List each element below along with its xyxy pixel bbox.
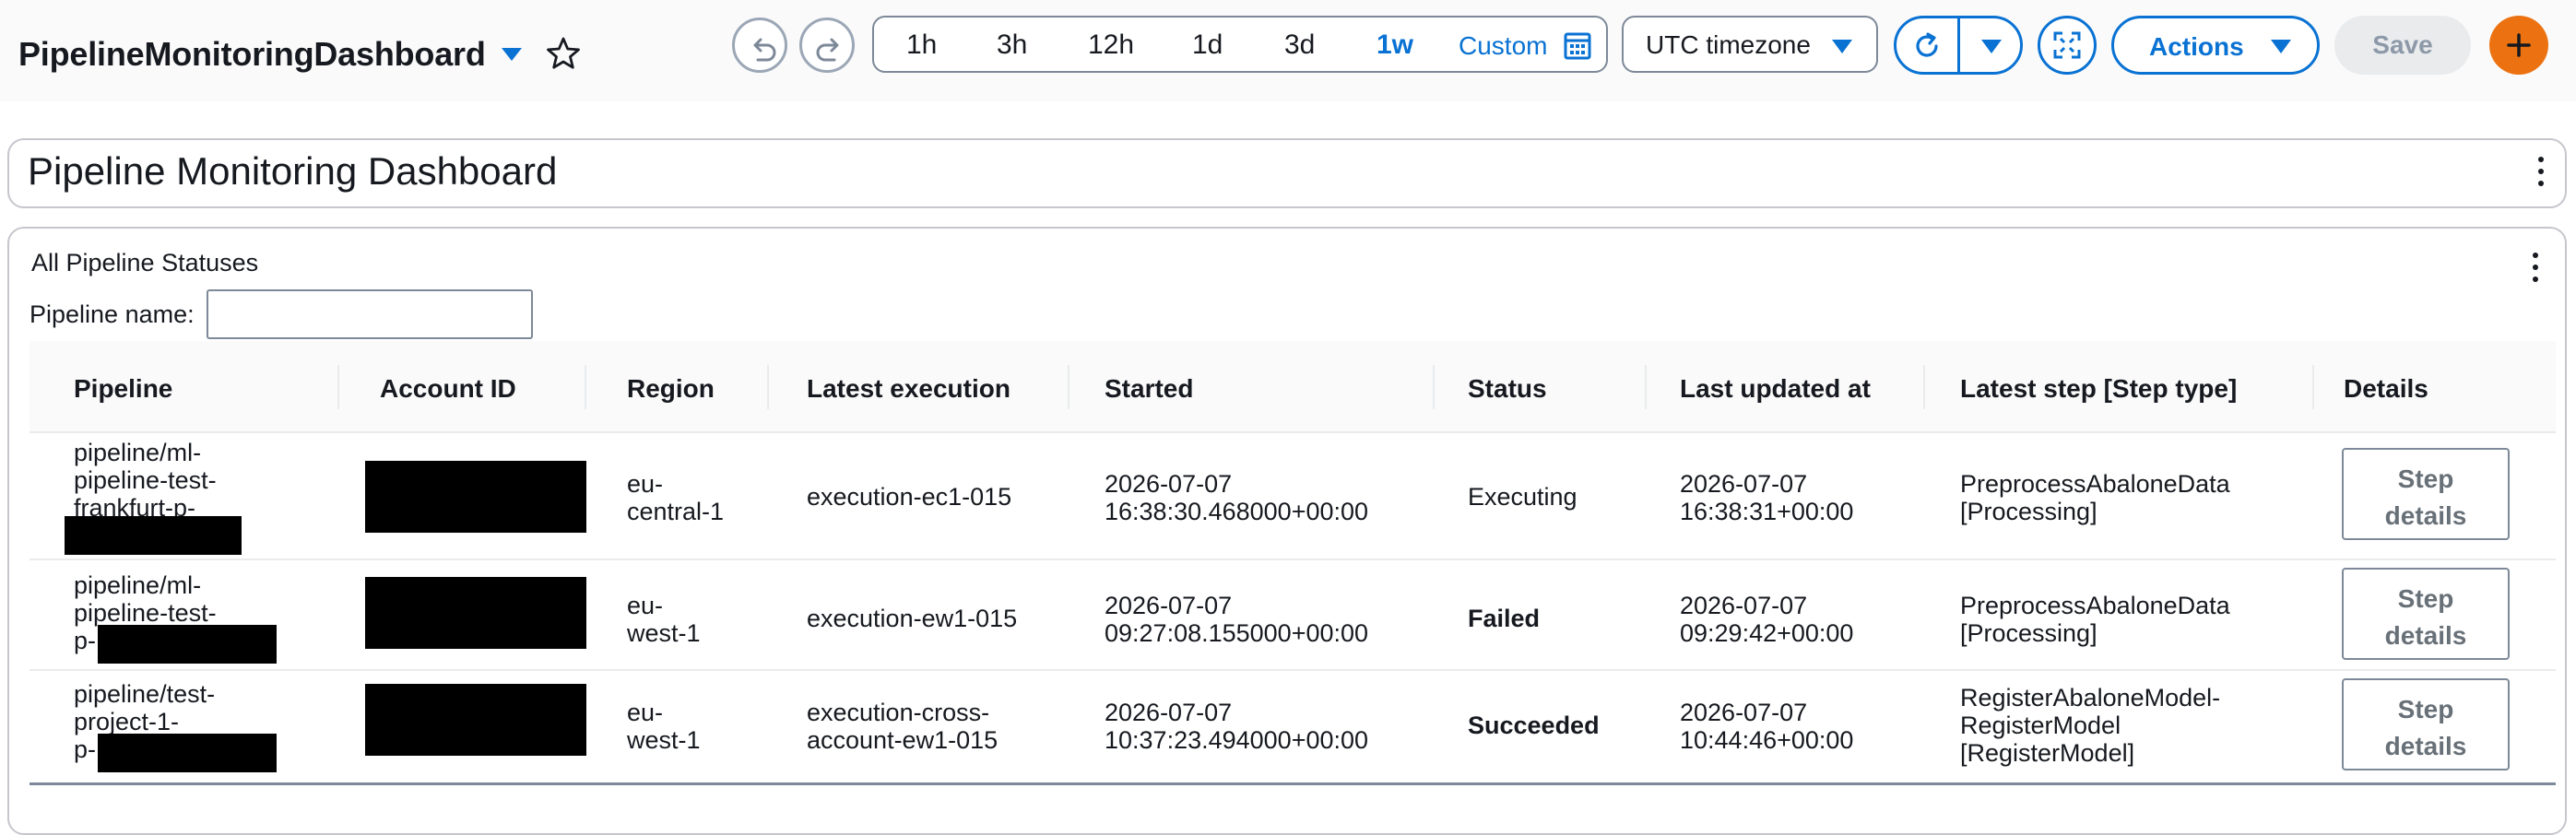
pipeline-name-filter-input[interactable]	[207, 289, 533, 339]
top-toolbar: PipelineMonitoringDashboard 1h 3h 12h 1d…	[0, 0, 2576, 101]
redacted-block	[98, 625, 277, 664]
column-header-latest-execution: Latest execution	[807, 374, 1010, 403]
pipeline-filter-label: Pipeline name:	[30, 300, 195, 328]
step-details-button[interactable]: Step details	[2342, 678, 2510, 770]
redacted-account-id	[365, 577, 586, 649]
table-row: pipeline/test- project-1- p- eu- west-1 …	[30, 671, 2556, 785]
latest-step-cell: PreprocessAbaloneData [Processing]	[1960, 592, 2230, 647]
latest-step-cell: PreprocessAbaloneData [Processing]	[1960, 470, 2230, 525]
column-header-pipeline: Pipeline	[74, 374, 173, 403]
actions-button[interactable]: Actions	[2111, 16, 2320, 75]
last-updated-cell: 2026-07-07 09:29:42+00:00	[1680, 592, 1854, 647]
time-range-selector: 1h 3h 12h 1d 3d 1w Custom	[872, 16, 1608, 73]
column-header-status: Status	[1468, 374, 1547, 403]
dashboard-name[interactable]: PipelineMonitoringDashboard	[18, 35, 486, 74]
time-option-1h[interactable]: 1h	[906, 29, 937, 61]
table-header: Pipeline Account ID Region Latest execut…	[30, 341, 2556, 433]
time-option-3d[interactable]: 3d	[1284, 29, 1315, 61]
latest-execution-cell: execution-ew1-015	[807, 605, 1018, 632]
plus-icon	[2507, 33, 2531, 57]
column-header-latest-step: Latest step [Step type]	[1960, 374, 2238, 403]
redacted-account-id	[365, 684, 586, 756]
column-separator[interactable]	[767, 365, 769, 409]
pipeline-name-cell: pipeline/ml- pipeline-test- frankfurt-p-	[74, 439, 217, 522]
dashboard-menu-caret-icon[interactable]	[502, 48, 522, 61]
refresh-interval-caret-icon[interactable]	[1981, 40, 2002, 53]
redacted-block	[98, 734, 277, 772]
column-separator[interactable]	[1068, 365, 1069, 409]
column-separator[interactable]	[585, 365, 586, 409]
column-separator[interactable]	[1645, 365, 1647, 409]
column-header-last-updated: Last updated at	[1680, 374, 1871, 403]
column-header-details: Details	[2344, 374, 2428, 403]
table-widget-title: All Pipeline Statuses	[31, 249, 259, 276]
redo-button[interactable]	[799, 18, 855, 73]
status-cell: Succeeded	[1468, 712, 1600, 739]
refresh-split-button	[1894, 16, 2023, 75]
timezone-label: UTC timezone	[1646, 30, 1811, 59]
column-separator[interactable]	[1923, 365, 1925, 409]
column-separator[interactable]	[2312, 365, 2314, 409]
column-separator[interactable]	[337, 365, 339, 409]
step-details-button[interactable]: Step details	[2342, 568, 2510, 660]
time-option-1w[interactable]: 1w	[1377, 29, 1413, 61]
latest-execution-cell: execution-ec1-015	[807, 483, 1012, 511]
actions-label: Actions	[2149, 32, 2244, 61]
custom-range-link[interactable]: Custom	[1459, 31, 1547, 61]
column-header-account-id: Account ID	[380, 374, 516, 403]
calendar-icon[interactable]	[1564, 30, 1591, 60]
started-cell: 2026-07-07 10:37:23.494000+00:00	[1105, 699, 1369, 754]
last-updated-cell: 2026-07-07 16:38:31+00:00	[1680, 470, 1854, 525]
table-row: pipeline/ml- pipeline-test- p- eu- west-…	[30, 560, 2556, 671]
fullscreen-icon	[2053, 31, 2081, 59]
latest-execution-cell: execution-cross- account-ew1-015	[807, 699, 998, 754]
star-icon[interactable]	[545, 35, 582, 72]
refresh-icon[interactable]	[1910, 29, 1944, 63]
undo-button[interactable]	[732, 18, 787, 73]
status-cell: Failed	[1468, 605, 1541, 632]
timezone-select[interactable]: UTC timezone	[1622, 16, 1878, 73]
column-header-started: Started	[1105, 374, 1194, 403]
region-cell: eu- central-1	[627, 470, 725, 525]
column-separator[interactable]	[1433, 365, 1435, 409]
time-option-1d[interactable]: 1d	[1192, 29, 1223, 61]
time-option-12h[interactable]: 12h	[1088, 29, 1134, 61]
redo-icon	[816, 38, 839, 62]
add-widget-button[interactable]	[2489, 16, 2548, 75]
caret-down-icon	[2271, 40, 2291, 53]
table-row: pipeline/ml- pipeline-test- frankfurt-p-…	[30, 433, 2556, 560]
status-cell: Executing	[1468, 483, 1578, 511]
caret-down-icon	[1832, 40, 1852, 53]
text-widget: Pipeline Monitoring Dashboard	[7, 138, 2567, 208]
text-widget-title: Pipeline Monitoring Dashboard	[28, 149, 558, 193]
undo-icon	[753, 38, 776, 62]
more-options-icon[interactable]	[2537, 157, 2545, 188]
last-updated-cell: 2026-07-07 10:44:46+00:00	[1680, 699, 1854, 754]
redacted-account-id	[365, 461, 586, 533]
save-label: Save	[2372, 30, 2433, 59]
fullscreen-button[interactable]	[2038, 16, 2097, 75]
column-header-region: Region	[627, 374, 715, 403]
region-cell: eu- west-1	[627, 592, 701, 647]
time-option-3h[interactable]: 3h	[997, 29, 1027, 61]
step-details-button[interactable]: Step details	[2342, 448, 2510, 540]
latest-step-cell: RegisterAbaloneModel- RegisterModel [Reg…	[1960, 684, 2221, 767]
redacted-block	[65, 516, 242, 555]
table-widget: All Pipeline Statuses Pipeline name: Pip…	[7, 227, 2567, 835]
more-options-icon[interactable]	[2532, 253, 2539, 284]
refresh-divider	[1957, 18, 1960, 72]
save-button[interactable]: Save	[2334, 16, 2471, 75]
started-cell: 2026-07-07 16:38:30.468000+00:00	[1105, 470, 1369, 525]
started-cell: 2026-07-07 09:27:08.155000+00:00	[1105, 592, 1369, 647]
region-cell: eu- west-1	[627, 699, 701, 754]
